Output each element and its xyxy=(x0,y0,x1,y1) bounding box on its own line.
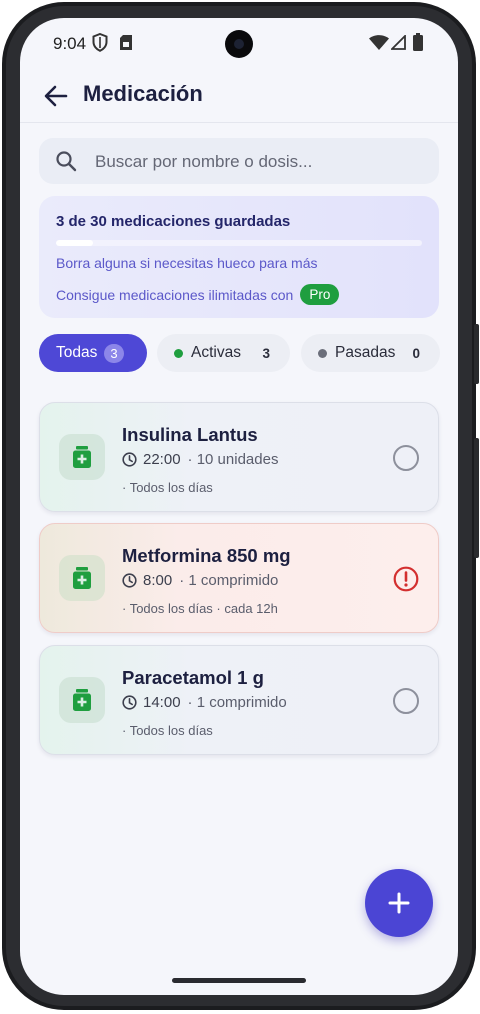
medication-schedule: 8:00 · 1 comprimido xyxy=(122,572,278,589)
chip-count: 0 xyxy=(412,345,420,361)
quota-card: 3 de 30 medicaciones guardadas Borra alg… xyxy=(39,196,439,318)
add-medication-button[interactable] xyxy=(365,869,433,937)
status-bar: 9:04 xyxy=(20,18,458,70)
clock-icon xyxy=(122,695,137,710)
medication-time: 22:00 xyxy=(143,451,181,468)
chip-count: 3 xyxy=(262,345,270,361)
signal-icon xyxy=(391,35,406,50)
battery-icon xyxy=(413,33,423,51)
chip-label: Todas xyxy=(56,344,98,361)
search-icon xyxy=(56,151,77,172)
past-dot-icon xyxy=(318,348,327,358)
filter-chip-pasadas[interactable]: Pasadas 0 xyxy=(301,334,440,372)
medication-frequency: · Todos los días xyxy=(122,480,213,495)
sim-card-icon xyxy=(120,35,132,50)
medication-time: 14:00 xyxy=(143,694,181,711)
medication-card[interactable]: Metformina 850 mg 8:00 · 1 comprimido · … xyxy=(39,523,439,633)
chip-label: Pasadas xyxy=(335,344,396,361)
medication-dose: · 10 unidades xyxy=(187,451,279,468)
filter-chip-activas[interactable]: Activas 3 xyxy=(157,334,290,372)
upgrade-text: Consigue medicaciones ilimitadas con xyxy=(56,286,294,303)
quota-progress-bar xyxy=(56,240,422,246)
plus-icon xyxy=(388,892,410,914)
medication-dose: · 1 comprimido xyxy=(187,694,287,711)
medicine-bottle-icon xyxy=(59,677,105,723)
chip-count: 3 xyxy=(104,343,124,363)
quota-title: 3 de 30 medicaciones guardadas xyxy=(56,213,291,230)
medication-name: Metformina 850 mg xyxy=(122,545,291,566)
clock-icon xyxy=(122,573,137,588)
medication-card[interactable]: Insulina Lantus 22:00 · 10 unidades · To… xyxy=(39,402,439,512)
alert-circle-icon[interactable] xyxy=(393,566,419,592)
chip-label: Activas xyxy=(191,344,241,361)
medicine-bottle-icon xyxy=(59,555,105,601)
filter-chips: Todas 3 Activas 3 Pasadas 0 xyxy=(39,334,440,372)
pro-badge[interactable]: Pro xyxy=(300,284,340,305)
wifi-icon xyxy=(369,35,389,50)
quota-hint: Borra alguna si necesitas hueco para más xyxy=(56,255,318,271)
power-button xyxy=(474,438,479,558)
arrow-left-icon[interactable] xyxy=(40,80,72,112)
medication-frequency: · Todos los días xyxy=(122,723,213,738)
medication-frequency: · Todos los días · cada 12h xyxy=(122,601,278,616)
medication-card[interactable]: Paracetamol 1 g 14:00 · 1 comprimido · T… xyxy=(39,645,439,755)
shield-icon xyxy=(92,33,108,52)
active-dot-icon xyxy=(174,348,183,358)
mark-taken-toggle[interactable] xyxy=(393,688,419,714)
clock-icon xyxy=(122,452,137,467)
upgrade-link[interactable]: Consigue medicaciones ilimitadas con Pro xyxy=(56,284,340,305)
medication-dose: · 1 comprimido xyxy=(179,572,279,589)
medication-schedule: 22:00 · 10 unidades xyxy=(122,451,278,468)
medication-name: Paracetamol 1 g xyxy=(122,667,264,688)
search-bar[interactable] xyxy=(39,138,439,186)
medication-time: 8:00 xyxy=(143,572,173,589)
search-input[interactable] xyxy=(93,138,427,186)
mark-taken-toggle[interactable] xyxy=(393,445,419,471)
status-time: 9:04 xyxy=(53,34,87,53)
filter-chip-todas[interactable]: Todas 3 xyxy=(39,334,147,372)
top-app-bar: Medicación xyxy=(20,70,458,123)
medication-name: Insulina Lantus xyxy=(122,424,258,445)
screen: 9:04 Medicación Buscar por nombre o dosi… xyxy=(20,18,458,995)
front-camera xyxy=(225,30,253,58)
home-indicator[interactable] xyxy=(172,978,306,983)
medication-schedule: 14:00 · 1 comprimido xyxy=(122,694,287,711)
medicine-bottle-icon xyxy=(59,434,105,480)
volume-button xyxy=(474,324,479,384)
quota-progress-fill xyxy=(56,240,93,246)
page-title: Medicación xyxy=(83,81,203,106)
